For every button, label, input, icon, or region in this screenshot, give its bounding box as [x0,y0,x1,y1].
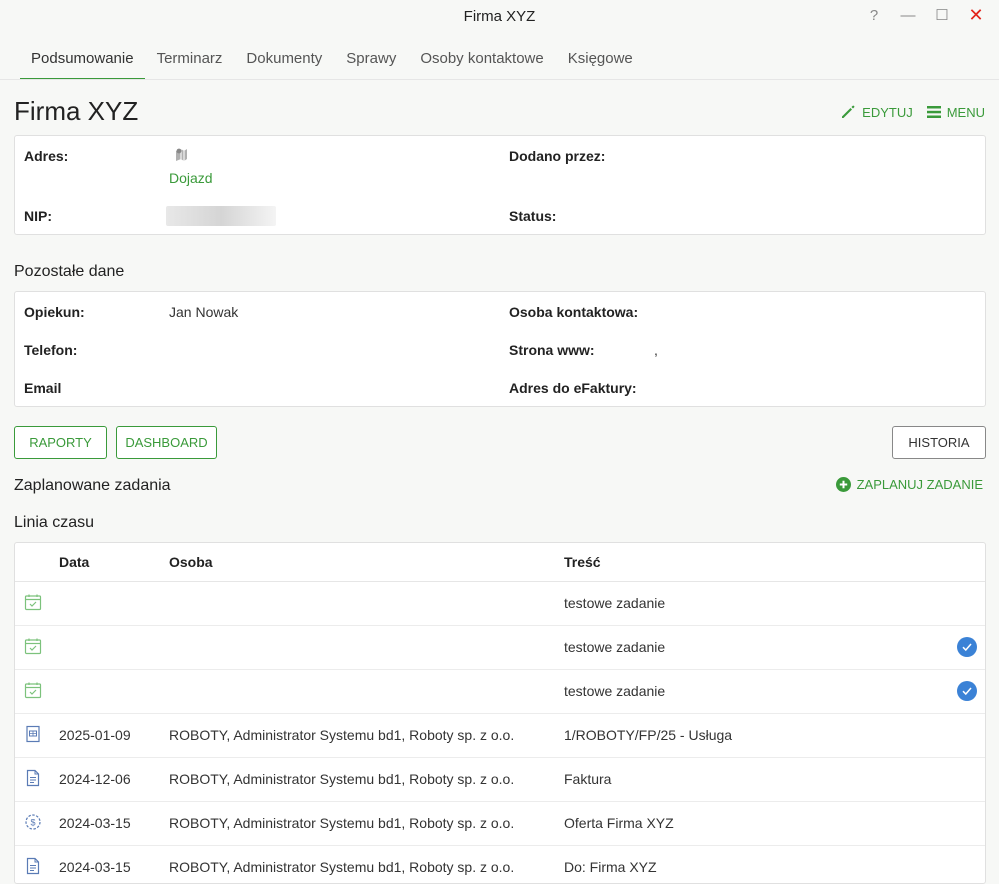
phone-label: Telefon: [24,342,78,358]
minimize-button[interactable]: — [893,4,923,26]
row-person: ROBOTY, Administrator Systemu bd1, Robot… [169,771,515,787]
guardian-value: Jan Nowak [169,304,239,320]
tab-ksiegowe[interactable]: Księgowe [556,40,645,78]
invoice-icon [24,725,42,743]
menu-button[interactable]: MENU [926,104,985,120]
dashboard-button[interactable]: DASHBOARD [116,426,217,459]
calendar-check-icon [24,637,42,655]
other-data-card: Opiekun: Jan Nowak Telefon: Email Osoba … [14,291,986,407]
other-data-title: Pozostałe dane [14,263,125,280]
edit-button[interactable]: EDYTUJ [840,104,913,120]
tab-divider [0,79,999,80]
column-date[interactable]: Data [59,554,89,570]
schedule-task-button[interactable]: ZAPLANUJ ZADANIE [835,477,983,492]
timeline-header-row: Data Osoba Treść [15,543,985,582]
plus-circle-icon [835,477,851,492]
edit-label: EDYTUJ [862,104,913,120]
done-check-icon[interactable] [957,637,977,657]
route-map-icon[interactable] [173,146,189,162]
website-label: Strona www: [509,342,595,358]
timeline-row[interactable]: 2024-03-15 ROBOTY, Administrator Systemu … [15,846,985,883]
einvoice-label: Adres do eFaktury: [509,380,637,396]
nip-value-redacted [166,206,276,226]
window-controls: ? — ☐ ✕ [859,4,991,26]
guardian-label: Opiekun: [24,304,85,320]
timeline-row[interactable]: testowe zadanie [15,626,985,670]
row-date: 2024-12-06 [59,771,131,787]
timeline-title: Linia czasu [14,514,95,531]
tab-terminarz[interactable]: Terminarz [145,40,235,78]
document-icon [24,857,42,875]
row-person: ROBOTY, Administrator Systemu bd1, Robot… [169,859,515,875]
row-content: Oferta Firma XYZ [564,815,674,831]
timeline-row[interactable]: testowe zadanie [15,582,985,626]
row-content: testowe zadanie [564,639,666,655]
row-content: 1/ROBOTY/FP/25 - Usługa [564,727,733,743]
page-title: Firma XYZ [14,96,139,126]
row-content: Do: Firma XYZ [564,859,657,875]
column-person[interactable]: Osoba [169,554,213,570]
history-button[interactable]: HISTORIA [892,426,986,459]
timeline-row[interactable]: 2024-12-06 ROBOTY, Administrator Systemu … [15,758,985,802]
row-content: testowe zadanie [564,595,666,611]
column-content[interactable]: Treść [564,554,601,570]
svg-text:$: $ [30,818,35,828]
timeline-row[interactable]: 2025-01-09 ROBOTY, Administrator Systemu … [15,714,985,758]
menu-label: MENU [946,104,985,120]
nip-label: NIP: [24,208,52,224]
calendar-check-icon [24,681,42,699]
status-label: Status: [509,208,557,224]
calendar-check-icon [24,593,42,611]
reports-button[interactable]: RAPORTY [14,426,107,459]
row-person: ROBOTY, Administrator Systemu bd1, Robot… [169,727,515,743]
row-date: 2025-01-09 [59,727,131,743]
added-by-label: Dodano przez: [509,148,606,164]
tab-osoby-kontaktowe[interactable]: Osoby kontaktowe [408,40,555,78]
header-actions: EDYTUJ MENU [840,104,985,120]
tab-bar: Podsumowanie Terminarz Dokumenty Sprawy … [20,40,645,80]
planned-tasks-title: Zaplanowane zadania [14,477,171,494]
basic-info-card: Adres: Dojazd NIP: Dodano przez: Status: [14,135,986,235]
document-icon [24,769,42,787]
schedule-task-label: ZAPLANUJ ZADANIE [856,477,983,492]
contact-person-label: Osoba kontaktowa: [509,304,639,320]
row-date: 2024-03-15 [59,859,131,875]
maximize-button[interactable]: ☐ [927,4,957,26]
title-bar: Firma XYZ ? — ☐ ✕ [0,0,999,34]
website-value[interactable]: , [654,342,658,358]
pencil-icon [842,105,855,118]
row-person: ROBOTY, Administrator Systemu bd1, Robot… [169,815,515,831]
tab-sprawy[interactable]: Sprawy [334,40,408,78]
row-date: 2024-03-15 [59,815,131,831]
row-content: Faktura [564,771,612,787]
tab-dokumenty[interactable]: Dokumenty [234,40,334,78]
timeline-row[interactable]: testowe zadanie [15,670,985,714]
help-button[interactable]: ? [859,4,889,26]
address-label: Adres: [24,148,69,164]
email-label: Email [24,380,62,396]
hamburger-icon [926,106,941,118]
route-link[interactable]: Dojazd [169,170,213,186]
close-button[interactable]: ✕ [961,4,991,26]
done-check-icon[interactable] [957,681,977,701]
timeline-table: Data Osoba Treść testowe zadanie testowe … [14,542,986,884]
window-title: Firma XYZ [463,8,536,25]
tab-podsumowanie[interactable]: Podsumowanie [20,40,145,80]
offer-icon: $ [24,813,42,831]
row-content: testowe zadanie [564,683,666,699]
timeline-row[interactable]: $2024-03-15 ROBOTY, Administrator Systemu… [15,802,985,846]
